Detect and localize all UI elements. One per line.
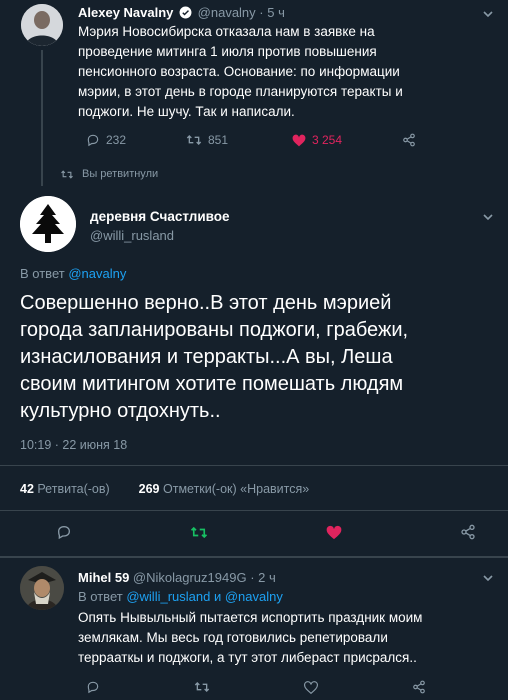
tweet-text-line: проведение митинга 1 июля против повышен… — [78, 44, 377, 59]
tweet-text-line: террааткы и поджоги, а тут этот либераст… — [78, 650, 417, 665]
reply-context: В ответ @navalny — [20, 266, 126, 281]
tweet1-actions: 232 851 3 254 — [86, 133, 426, 147]
author-name[interactable]: деревня Счастливое — [90, 209, 230, 224]
verified-icon — [179, 6, 192, 19]
retweet-count: 851 — [208, 133, 229, 147]
thread-line — [41, 50, 43, 186]
share-icon — [402, 133, 416, 147]
reply-icon[interactable] — [56, 524, 72, 540]
likes-count: 269 — [138, 482, 160, 496]
avatar-navalny[interactable] — [21, 4, 63, 46]
tweet-time[interactable]: · 2 ч — [250, 570, 276, 585]
heart-icon[interactable] — [304, 680, 318, 694]
avatar-willi-rusland[interactable] — [20, 196, 76, 252]
tweet-timestamp[interactable]: 10:19 · 22 июня 18 — [20, 438, 127, 452]
author-handle[interactable]: @Nikolagruz1949G — [133, 570, 247, 585]
chevron-down-icon[interactable] — [482, 8, 496, 22]
reply-text: Опять Нывыльный пытается испортить празд… — [78, 608, 498, 668]
main-actions — [56, 524, 476, 540]
main-author-name-wrap: деревня Счастливое — [90, 209, 230, 224]
tweet-text-line: культурно отдохнуть.. — [20, 400, 221, 422]
retweet-icon — [186, 133, 202, 147]
retweet-icon[interactable] — [194, 680, 210, 694]
heart-icon — [292, 134, 306, 147]
author-name[interactable]: Mihel 59 — [78, 570, 129, 585]
author-handle[interactable]: @willi_rusland — [90, 228, 174, 243]
tweet-text-line: Мэрия Новосибирска отказала нам в заявке… — [78, 24, 375, 39]
reply-prefix: В ответ — [78, 589, 123, 604]
reply-and: и — [213, 589, 222, 604]
like-button[interactable]: 3 254 — [292, 133, 402, 147]
tweet-text-line: поджоги. Не шучу. Так и написали. — [78, 104, 295, 119]
tweet-text-line: изнасилования и терракты...А вы, Леша — [20, 346, 393, 368]
author-name[interactable]: Alexey Navalny — [78, 5, 173, 20]
divider — [0, 465, 508, 466]
chevron-down-icon[interactable] — [482, 572, 496, 586]
engagement-stats: 42 Ретвита(-ов) 269 Отметки(-ок) «Нравит… — [20, 482, 309, 496]
reply-icon — [86, 133, 100, 147]
tweet-time[interactable]: · 5 ч — [259, 5, 285, 20]
likes-label: Отметки(-ок) «Нравится» — [163, 482, 310, 496]
reply-to-link[interactable]: @willi_rusland — [126, 589, 210, 604]
reply-button[interactable]: 232 — [86, 133, 186, 147]
share-button[interactable] — [402, 133, 416, 147]
reply-to-link[interactable]: @navalny — [68, 266, 126, 281]
tweet-text-line: города запланированы поджоги, грабежи, — [20, 319, 409, 341]
reply-actions — [86, 680, 426, 694]
retweets-count: 42 — [20, 482, 34, 496]
retweets-label: Ретвита(-ов) — [37, 482, 110, 496]
tweet-text-line: землякам. Мы весь год готовились репетир… — [78, 630, 388, 645]
retweet-icon — [60, 169, 74, 180]
divider — [0, 510, 508, 511]
divider — [0, 556, 508, 558]
heart-icon[interactable] — [326, 525, 342, 540]
tweet1-text: Мэрия Новосибирска отказала нам в заявке… — [78, 22, 478, 122]
retweeted-label: Вы ретвитнули — [82, 168, 159, 180]
reply-context: В ответ @willi_rusland и @navalny — [78, 589, 283, 604]
tweet-text-line: Опять Нывыльный пытается испортить празд… — [78, 610, 423, 625]
tweet-text-line: Совершенно верно..В этот день мэрией — [20, 292, 392, 314]
retweet-button[interactable]: 851 — [186, 133, 292, 147]
reply-count: 232 — [106, 133, 127, 147]
share-icon[interactable] — [460, 524, 476, 540]
author-handle[interactable]: @navalny — [198, 5, 256, 20]
reply-header: Mihel 59 @Nikolagruz1949G · 2 ч — [78, 570, 276, 585]
reply-icon[interactable] — [86, 680, 100, 694]
tweet-text-line: своим митингом хотите помешать людям — [20, 373, 404, 395]
avatar-mihel[interactable] — [20, 566, 64, 610]
chevron-down-icon[interactable] — [482, 211, 496, 225]
retweet-icon[interactable] — [190, 525, 208, 540]
likes-stat[interactable]: 269 Отметки(-ок) «Нравится» — [139, 482, 310, 496]
tweet-text-line: мэрии, в этот день в городе планируются … — [78, 84, 403, 99]
reply-prefix: В ответ — [20, 266, 65, 281]
tweet-text-line: пенсионного возраста. Основание: по инфо… — [78, 64, 400, 79]
main-tweet-text: Совершенно верно..В этот день мэрией гор… — [20, 290, 490, 425]
retweeted-notice: Вы ретвитнули — [60, 168, 158, 180]
like-count: 3 254 — [312, 133, 343, 147]
tweet1-header: Alexey Navalny @navalny · 5 ч — [78, 5, 285, 20]
reply-to-link[interactable]: @navalny — [225, 589, 283, 604]
share-icon[interactable] — [412, 680, 426, 694]
retweets-stat[interactable]: 42 Ретвита(-ов) — [20, 482, 113, 496]
